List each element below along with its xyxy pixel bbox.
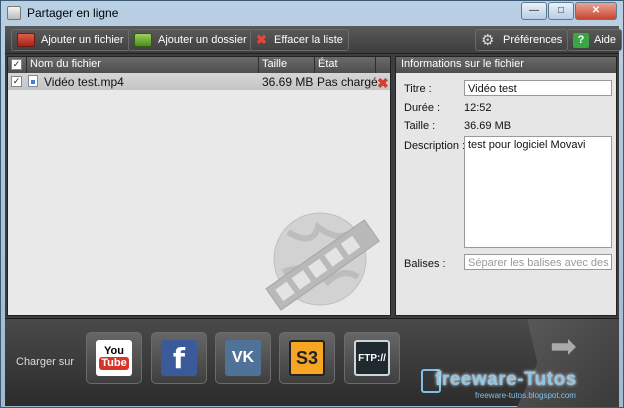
- close-button[interactable]: ✕: [575, 2, 617, 20]
- app-icon: [7, 6, 21, 20]
- ftp-icon: FTP://: [354, 340, 390, 376]
- add-folder-button[interactable]: Ajouter un dossier: [128, 29, 253, 51]
- select-all-checkbox[interactable]: ✓: [11, 59, 22, 70]
- column-divider: [258, 57, 259, 73]
- gear-icon: ⚙: [481, 32, 495, 49]
- file-list: ✓ Nom du fichier Taille État ✓ Vidéo tes…: [7, 56, 391, 316]
- window-title: Partager en ligne: [27, 6, 119, 20]
- vk-icon: VK: [225, 340, 261, 376]
- file-state: Pas chargé: [317, 75, 378, 89]
- column-divider: [375, 57, 376, 73]
- size-label: Taille :: [404, 120, 436, 132]
- file-info-panel: Informations sur le fichier Titre : Vidé…: [395, 56, 617, 316]
- toolbar: Ajouter un fichier Ajouter un dossier ✖ …: [5, 26, 623, 54]
- tags-input[interactable]: Séparer les balises avec des vi...: [464, 254, 612, 270]
- youtube-logo-you: You: [104, 345, 124, 357]
- app-window: Partager en ligne — □ ✕ Ajouter un fichi…: [0, 0, 624, 408]
- add-file-button[interactable]: Ajouter un fichier: [11, 29, 130, 51]
- remove-file-icon[interactable]: ✖: [377, 75, 389, 92]
- watermark-subtext: freeware-tutos.blogspot.com: [475, 391, 576, 400]
- vk-button[interactable]: VK: [215, 332, 271, 384]
- tags-label: Balises :: [404, 258, 446, 270]
- clear-list-label: Effacer la liste: [274, 34, 343, 46]
- window-controls: — □ ✕: [520, 2, 617, 20]
- help-icon: ?: [573, 32, 589, 48]
- column-header-name[interactable]: Nom du fichier: [30, 58, 101, 70]
- maximize-button[interactable]: □: [548, 2, 574, 20]
- watermark-text: freeware-Tutos: [435, 369, 577, 390]
- title-input[interactable]: Vidéo test: [464, 80, 612, 96]
- file-list-header: ✓ Nom du fichier Taille État: [8, 57, 390, 73]
- s3-icon: S3: [289, 340, 325, 376]
- preferences-label: Préférences: [503, 34, 563, 46]
- add-file-label: Ajouter un fichier: [41, 34, 124, 46]
- size-value: 36.69 MB: [464, 120, 512, 132]
- upload-bar: Charger sur You Tube f VK S3 FTP:// ➡ fr…: [5, 318, 619, 407]
- add-folder-label: Ajouter un dossier: [158, 34, 247, 46]
- column-divider: [314, 57, 315, 73]
- film-add-icon: [17, 33, 35, 47]
- ftp-button[interactable]: FTP://: [344, 332, 400, 384]
- description-textarea[interactable]: test pour logiciel Movavi: [464, 136, 612, 248]
- column-header-state[interactable]: État: [318, 58, 338, 70]
- send-arrow-icon[interactable]: ➡: [550, 330, 588, 362]
- table-row[interactable]: ✓ Vidéo test.mp4 36.69 MB Pas chargé ✖: [8, 73, 390, 92]
- info-panel-heading: Informations sur le fichier: [396, 57, 616, 73]
- delete-icon: ✖: [256, 32, 267, 47]
- file-name: Vidéo test.mp4: [44, 75, 124, 89]
- description-label: Description :: [404, 140, 466, 152]
- amazon-s3-button[interactable]: S3: [279, 332, 335, 384]
- file-size: 36.69 MB: [262, 75, 314, 89]
- preferences-button[interactable]: ⚙ Préférences: [475, 29, 569, 51]
- globe-film-icon: [265, 212, 380, 311]
- client-area: Ajouter un fichier Ajouter un dossier ✖ …: [5, 26, 623, 407]
- facebook-button[interactable]: f: [151, 332, 207, 384]
- video-file-icon: [28, 75, 38, 87]
- column-divider: [26, 57, 27, 73]
- row-checkbox[interactable]: ✓: [11, 76, 22, 87]
- help-label: Aide: [594, 34, 617, 46]
- duration-value: 12:52: [464, 102, 492, 114]
- clear-list-button[interactable]: ✖ Effacer la liste: [250, 29, 349, 51]
- facebook-icon: f: [161, 340, 197, 376]
- column-header-size[interactable]: Taille: [262, 58, 287, 70]
- duration-label: Durée :: [404, 102, 441, 114]
- title-bar: Partager en ligne — □ ✕: [1, 1, 623, 25]
- youtube-icon: You Tube: [96, 340, 132, 376]
- youtube-logo-tube: Tube: [99, 357, 129, 370]
- folder-add-icon: [134, 33, 152, 47]
- youtube-button[interactable]: You Tube: [86, 332, 142, 384]
- title-label: Titre :: [404, 83, 432, 95]
- upload-to-label: Charger sur: [16, 356, 75, 368]
- help-button[interactable]: ? Aide: [567, 29, 623, 51]
- minimize-button[interactable]: —: [521, 2, 547, 20]
